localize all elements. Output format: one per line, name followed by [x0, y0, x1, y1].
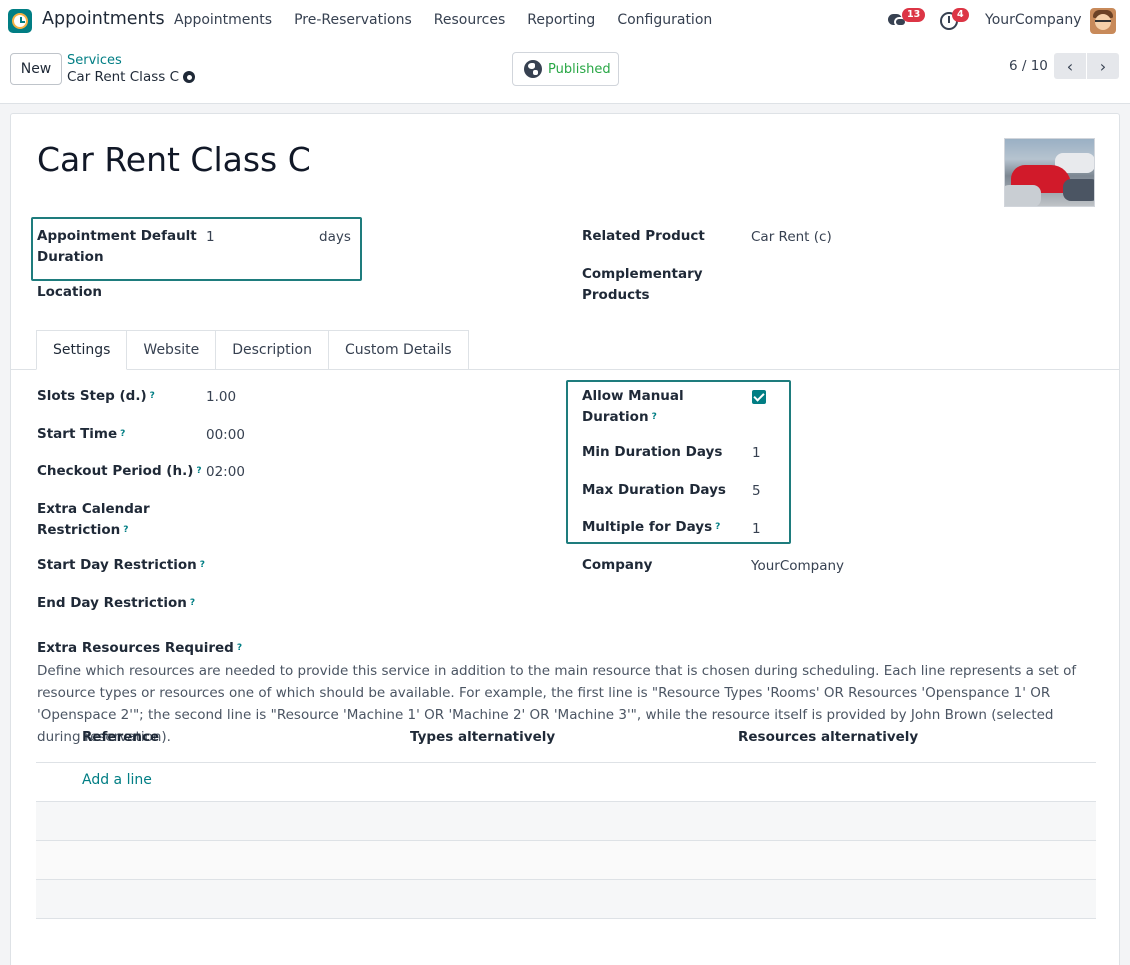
menu-pre-reservations[interactable]: Pre-Reservations [294, 12, 412, 28]
min-duration-days-field[interactable]: 1 [752, 443, 761, 464]
control-panel: New Services Car Rent Class C Published … [0, 40, 1130, 104]
tab-custom-details[interactable]: Custom Details [328, 330, 469, 370]
table-row [36, 880, 1096, 918]
user-avatar[interactable] [1090, 8, 1116, 34]
pager-next-button[interactable]: › [1087, 53, 1119, 79]
menu-appointments[interactable]: Appointments [174, 12, 272, 28]
breadcrumb-current: Car Rent Class C [67, 69, 195, 85]
multiple-for-days-label: Multiple for Days? [582, 519, 721, 535]
appointments-app-icon[interactable] [8, 9, 32, 33]
app-name[interactable]: Appointments [42, 9, 165, 29]
pager-previous-button[interactable]: ‹ [1054, 53, 1086, 79]
end-day-restriction-label: End Day Restriction? [37, 595, 196, 611]
allow-manual-duration-label: Allow Manual Duration? [582, 388, 684, 425]
top-navbar: Appointments Appointments Pre-Reservatio… [0, 0, 1130, 40]
pager-value[interactable]: 6 / 10 [1009, 58, 1048, 74]
breadcrumb-services[interactable]: Services [67, 53, 122, 68]
start-day-restriction-label: Start Day Restriction? [37, 557, 206, 573]
slots-step-label: Slots Step (d.)? [37, 388, 155, 404]
checkout-period-field[interactable]: 02:00 [206, 462, 245, 483]
duration-input[interactable]: 1 [206, 227, 215, 248]
slots-step-field[interactable]: 1.00 [206, 387, 236, 408]
column-resources-alternatively[interactable]: Resources alternatively [738, 729, 918, 745]
tab-settings[interactable]: Settings [36, 330, 128, 370]
extra-resources-description: Define which resources are needed to pro… [37, 663, 1077, 745]
column-reference[interactable]: Reference [82, 729, 159, 745]
add-a-line-link[interactable]: Add a line [82, 772, 152, 788]
start-time-label: Start Time? [37, 426, 126, 442]
form-sheet: Car Rent Class C Appointment Default Dura… [10, 113, 1120, 965]
activities-badge: 4 [952, 8, 969, 22]
form-tabs: Settings Website Description Custom Deta… [36, 330, 469, 370]
company-switcher[interactable]: YourCompany [985, 12, 1082, 28]
tab-website[interactable]: Website [127, 330, 217, 370]
new-button[interactable]: New [10, 53, 62, 85]
table-row [36, 802, 1096, 840]
record-title[interactable]: Car Rent Class C [37, 140, 311, 179]
max-duration-days-field[interactable]: 5 [752, 481, 761, 502]
table-row-divider [36, 918, 1096, 919]
menu-resources[interactable]: Resources [434, 12, 506, 28]
gear-icon[interactable] [183, 71, 195, 83]
table-header-divider [36, 762, 1096, 763]
max-duration-days-label: Max Duration Days [582, 482, 726, 498]
min-duration-days-label: Min Duration Days [582, 444, 723, 460]
table-row [36, 841, 1096, 879]
checkout-period-label: Checkout Period (h.)? [37, 463, 202, 479]
service-image[interactable] [1004, 138, 1095, 207]
multiple-for-days-field[interactable]: 1 [752, 519, 761, 540]
extra-calendar-restriction-label: Extra Calendar Restriction? [37, 501, 150, 538]
globe-icon [524, 60, 542, 78]
menu-configuration[interactable]: Configuration [617, 12, 712, 28]
company-field[interactable]: YourCompany [751, 556, 844, 577]
start-time-field[interactable]: 00:00 [206, 425, 245, 446]
duration-label: Appointment Default Duration [37, 228, 197, 265]
menu-reporting[interactable]: Reporting [527, 12, 595, 28]
breadcrumb-current-label: Car Rent Class C [67, 69, 179, 85]
extra-resources-label: Extra Resources Required? [37, 640, 243, 656]
duration-unit: days [319, 229, 351, 245]
complementary-products-label: Complementary Products [582, 266, 703, 303]
published-label: Published [548, 61, 611, 77]
allow-manual-duration-checkbox[interactable] [752, 390, 766, 404]
related-product-label: Related Product [582, 228, 705, 244]
location-label: Location [37, 284, 102, 300]
published-button[interactable]: Published [512, 52, 619, 86]
related-product-field[interactable]: Car Rent (c) [751, 227, 832, 248]
company-label: Company [582, 557, 653, 573]
tab-description[interactable]: Description [216, 330, 329, 370]
main-menu: Appointments Pre-Reservations Resources … [174, 12, 734, 28]
messages-badge: 13 [902, 8, 926, 22]
column-types-alternatively[interactable]: Types alternatively [410, 729, 555, 745]
